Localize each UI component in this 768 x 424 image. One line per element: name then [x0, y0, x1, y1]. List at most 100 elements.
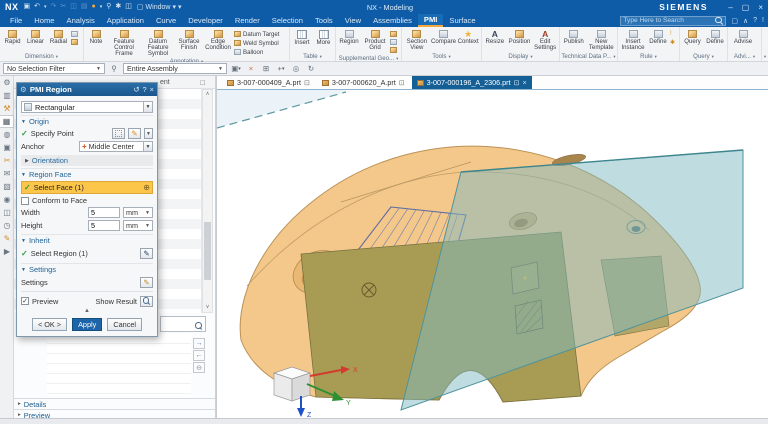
- search-input[interactable]: [623, 17, 713, 24]
- resource-settings-icon[interactable]: ⚙: [0, 76, 14, 89]
- history-icon[interactable]: ✉: [0, 167, 14, 180]
- radial-dimension-button[interactable]: Radial: [47, 28, 70, 53]
- redo-icon[interactable]: ↷: [51, 3, 57, 11]
- circle-select-icon[interactable]: ◎: [290, 63, 302, 74]
- height-unit-dropdown[interactable]: mm▼: [123, 220, 153, 231]
- x-deselect-icon[interactable]: ×: [245, 63, 257, 74]
- selection-filter-dropdown[interactable]: No Selection Filter▼: [3, 63, 105, 74]
- edit-settings-button-ribbon[interactable]: AEdit Settings: [532, 28, 558, 53]
- edit-settings-button[interactable]: ✎: [140, 277, 153, 288]
- reuse-library-icon[interactable]: ◍: [0, 128, 14, 141]
- pin-icon[interactable]: ⊡: [399, 79, 405, 87]
- width-unit-dropdown[interactable]: mm▼: [123, 207, 153, 218]
- dialog-reset-icon[interactable]: ↺: [133, 85, 139, 94]
- microphone-icon[interactable]: ⚲: [106, 3, 111, 11]
- window-switch-icon[interactable]: ◫: [125, 3, 132, 11]
- compare-button[interactable]: Compare: [431, 28, 457, 53]
- dialog-gear-icon[interactable]: ⚙: [20, 85, 27, 94]
- tab-file[interactable]: File: [4, 14, 28, 27]
- tab-home[interactable]: Home: [28, 14, 60, 27]
- group-launcher-icon[interactable]: ▾: [613, 54, 615, 60]
- ribbon-options-caret-icon[interactable]: ▾: [764, 54, 766, 60]
- document-tab-active[interactable]: 3-007-000196_A_2306.prt⊡×: [412, 76, 532, 89]
- selection-scope-dropdown[interactable]: Entire Assembly▼: [123, 63, 227, 74]
- dialog-collapse-arrow[interactable]: ▲: [21, 308, 153, 315]
- process-studio-icon[interactable]: ▧: [0, 180, 14, 193]
- rapid-dimension-button[interactable]: Rapid: [1, 28, 24, 53]
- plus-select-icon[interactable]: +▾: [275, 63, 287, 74]
- close-button[interactable]: ×: [758, 3, 763, 12]
- conform-checkbox[interactable]: [21, 197, 29, 205]
- region-type-dropdown[interactable]: Rectangular ▼: [21, 101, 153, 113]
- query-define-button[interactable]: Define: [704, 28, 726, 53]
- product-grid-button[interactable]: Product Grid: [361, 28, 389, 55]
- dialog-close-icon[interactable]: ×: [150, 85, 154, 94]
- undo-caret-icon[interactable]: ▾: [44, 3, 47, 11]
- float-panel-icon[interactable]: □: [200, 78, 205, 87]
- close-tab-icon[interactable]: ×: [522, 78, 526, 87]
- point-options-caret[interactable]: ▼: [144, 128, 153, 139]
- region-face-section-header[interactable]: ▼Region Face: [21, 168, 153, 180]
- select-region-picker-button[interactable]: ✎: [140, 248, 153, 259]
- navigator-result-list[interactable]: [47, 334, 191, 398]
- width-input[interactable]: [88, 207, 120, 218]
- tab-developer[interactable]: Developer: [182, 14, 229, 27]
- hd3d-tools-icon[interactable]: ▣: [0, 141, 14, 154]
- search-icon[interactable]: [195, 322, 203, 330]
- feature-control-frame-button[interactable]: Feature Control Frame: [107, 28, 141, 58]
- group-launcher-icon[interactable]: ▾: [396, 56, 398, 62]
- tab-assemblies[interactable]: Assemblies: [367, 14, 418, 27]
- hand-cursor-icon[interactable]: ▣▾: [230, 63, 242, 74]
- undo-icon[interactable]: ↶: [34, 3, 40, 11]
- select-face-row[interactable]: ✓ Select Face (1) ⊕: [21, 181, 153, 194]
- supplemental-extra-icon[interactable]: [390, 47, 397, 53]
- web-browser-icon[interactable]: ✂: [0, 154, 14, 167]
- navigator-details-section[interactable]: ▸Details: [14, 398, 215, 409]
- context-button[interactable]: ★Context: [456, 28, 480, 53]
- cut-icon[interactable]: ✂: [60, 3, 66, 11]
- tab-pmi[interactable]: PMI: [418, 14, 444, 27]
- save-icon[interactable]: ▣: [24, 3, 31, 11]
- scrollbar-thumb[interactable]: [204, 222, 211, 280]
- touch-mode-sidebar-icon[interactable]: ▶: [0, 245, 14, 258]
- group-launcher-icon[interactable]: ▾: [753, 54, 755, 60]
- tab-surface[interactable]: Surface: [443, 14, 481, 27]
- scroll-down-icon[interactable]: ∨: [203, 303, 212, 312]
- supplemental-extra-icon[interactable]: [390, 31, 397, 37]
- note-button[interactable]: Note: [85, 28, 107, 58]
- cancel-button[interactable]: Cancel: [107, 318, 142, 331]
- window-menu[interactable]: ▢ Window ▾ ▾: [137, 3, 182, 11]
- point-on-face-button[interactable]: [112, 128, 125, 139]
- role-icon[interactable]: ◫: [0, 206, 14, 219]
- pin-icon[interactable]: ⊡: [304, 79, 310, 87]
- resize-button[interactable]: AResize: [483, 28, 507, 53]
- table-insert-button[interactable]: Insert: [291, 28, 313, 53]
- height-input[interactable]: [88, 220, 120, 231]
- copy-icon[interactable]: ◫: [70, 3, 77, 11]
- table-more-button[interactable]: More: [313, 28, 334, 53]
- search-icon[interactable]: [715, 17, 723, 25]
- system-scenes-icon[interactable]: ◷: [0, 219, 14, 232]
- rule-extra-icon[interactable]: ✱: [670, 39, 675, 46]
- query-button[interactable]: Query: [681, 28, 704, 53]
- tab-application[interactable]: Application: [101, 14, 150, 27]
- tab-view[interactable]: View: [339, 14, 367, 27]
- ok-button[interactable]: < OK >: [32, 318, 67, 331]
- supplemental-extra-icon[interactable]: [390, 39, 397, 45]
- help-icon[interactable]: ?: [753, 17, 757, 24]
- navigator-search-box[interactable]: [160, 316, 206, 332]
- tab-curve[interactable]: Curve: [150, 14, 182, 27]
- dimension-extra-icon[interactable]: [71, 39, 78, 45]
- find-previous-icon[interactable]: ←: [193, 350, 205, 361]
- position-button[interactable]: Position: [507, 28, 533, 53]
- tab-analysis[interactable]: Analysis: [61, 14, 101, 27]
- new-template-button[interactable]: New Template: [587, 28, 616, 53]
- document-tab[interactable]: 3-007-000620_A.prt⊡: [317, 76, 410, 89]
- linear-dimension-button[interactable]: Linear: [24, 28, 47, 53]
- apply-button[interactable]: Apply: [72, 318, 102, 331]
- origin-section-header[interactable]: ▼Origin: [21, 115, 153, 127]
- tab-selection[interactable]: Selection: [266, 14, 309, 27]
- minimize-ribbon-icon[interactable]: ∧: [743, 17, 748, 25]
- find-next-icon[interactable]: →: [193, 338, 205, 349]
- edge-condition-button[interactable]: Edge Condition: [203, 28, 233, 58]
